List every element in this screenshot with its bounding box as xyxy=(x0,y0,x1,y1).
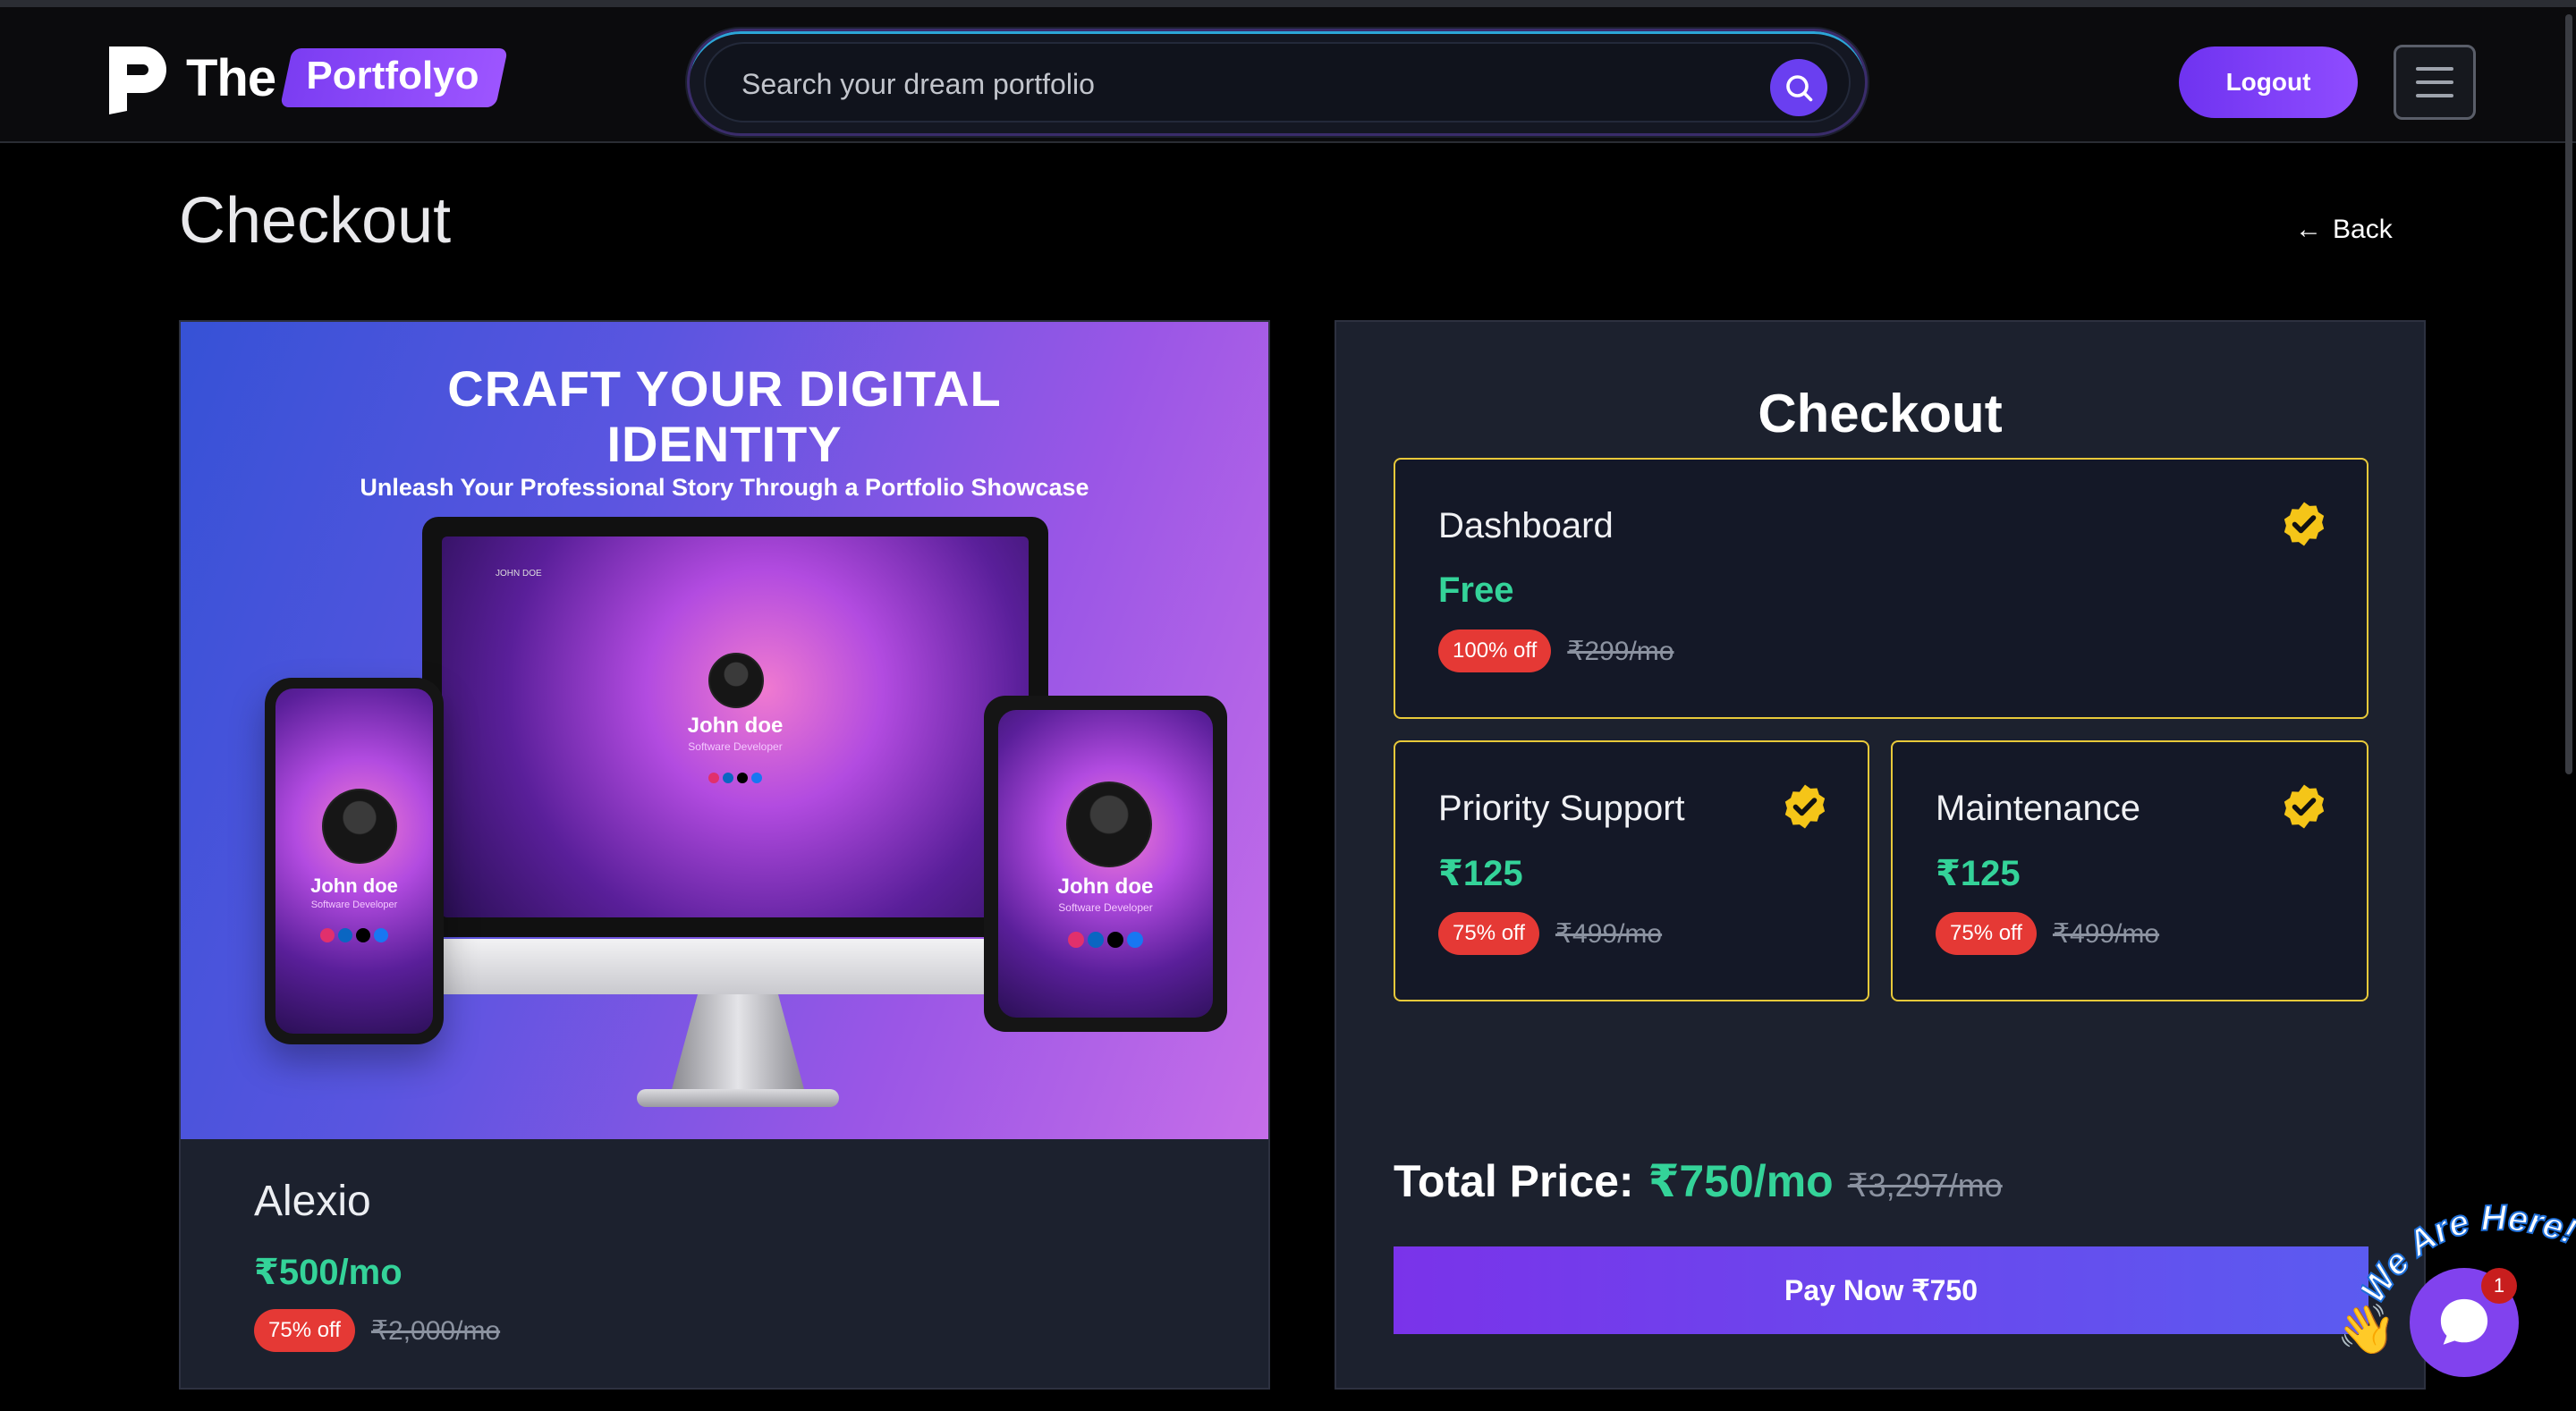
option-maintenance[interactable]: Maintenance ₹125 75% off ₹499/mo xyxy=(1891,740,2368,1001)
search-button[interactable] xyxy=(1770,59,1827,116)
mock-role: Software Developer xyxy=(1058,901,1153,914)
search-icon xyxy=(1786,75,1813,102)
search-bar xyxy=(687,29,1868,136)
product-discount-row: 75% off ₹2,000/mo xyxy=(254,1309,500,1352)
option-price: Free xyxy=(1438,570,1514,610)
arrow-left-icon: ← xyxy=(2295,215,2322,244)
option-dashboard[interactable]: Dashboard Free 100% off ₹299/mo xyxy=(1394,458,2368,719)
checkout-title: Checkout xyxy=(1758,384,2003,444)
verified-check-icon xyxy=(1784,784,1826,829)
product-name: Alexio xyxy=(254,1178,371,1225)
mock-role: Software Developer xyxy=(310,900,398,910)
search-input[interactable] xyxy=(741,44,1725,124)
brand-logo[interactable]: The Portfolyo xyxy=(104,38,509,118)
monitor-stand xyxy=(671,994,805,1093)
mock-name: John doe xyxy=(687,714,784,738)
total-price-row: Total Price: ₹750/mo ₹3,297/mo xyxy=(1394,1155,2003,1207)
product-hero-image: CRAFT YOUR DIGITAL IDENTITY Unleash Your… xyxy=(181,322,1268,1139)
option-discount-row: 75% off ₹499/mo xyxy=(1936,912,2159,955)
tablet-mockup: John doe Software Developer xyxy=(984,696,1227,1032)
back-link[interactable]: ← Back xyxy=(2295,215,2393,245)
checkout-panel: Checkout Dashboard Free 100% off ₹299/mo… xyxy=(1335,320,2426,1390)
mock-avatar xyxy=(1066,782,1152,867)
mock-socials xyxy=(442,773,1029,783)
original-price: ₹499/mo xyxy=(1555,918,1663,949)
option-discount-row: 100% off ₹299/mo xyxy=(1438,629,1674,672)
mock-socials xyxy=(998,932,1213,948)
option-discount-row: 75% off ₹499/mo xyxy=(1438,912,1662,955)
verified-check-icon xyxy=(2284,784,2325,829)
discount-badge: 75% off xyxy=(1438,912,1539,955)
total-original-price: ₹3,297/mo xyxy=(1847,1167,2003,1204)
mock-header-text: JOHN DOE xyxy=(496,569,542,579)
option-price: ₹125 xyxy=(1936,854,2021,893)
phone-mockup: John doe Software Developer xyxy=(265,678,444,1044)
discount-badge: 100% off xyxy=(1438,629,1552,672)
logo-portfolyo-badge: Portfolyo xyxy=(280,48,509,107)
product-card: CRAFT YOUR DIGITAL IDENTITY Unleash Your… xyxy=(179,320,1270,1390)
page-scrollbar[interactable] xyxy=(2565,14,2572,774)
waving-hand-icon: 👋 xyxy=(2336,1303,2397,1356)
option-priority-support[interactable]: Priority Support ₹125 75% off ₹499/mo xyxy=(1394,740,1869,1001)
page-title: Checkout xyxy=(179,185,452,257)
unread-count-badge: 1 xyxy=(2481,1268,2517,1304)
hero-subtitle: Unleash Your Professional Story Through … xyxy=(360,474,1089,501)
option-price: ₹125 xyxy=(1438,854,1523,893)
original-price: ₹2,000/mo xyxy=(370,1315,501,1346)
hero-title: CRAFT YOUR DIGITAL IDENTITY xyxy=(447,360,1002,472)
logout-button[interactable]: Logout xyxy=(2179,46,2358,118)
back-label: Back xyxy=(2333,215,2393,244)
menu-icon xyxy=(2416,67,2453,71)
total-price: ₹750/mo xyxy=(1648,1156,1834,1206)
original-price: ₹499/mo xyxy=(2052,918,2160,949)
mock-avatar xyxy=(708,653,764,708)
option-name: Dashboard xyxy=(1438,506,1614,545)
top-navbar: The Portfolyo Logout xyxy=(0,7,2576,143)
discount-badge: 75% off xyxy=(1936,912,2037,955)
mock-avatar xyxy=(322,789,397,864)
mock-name: John doe xyxy=(1057,874,1154,899)
option-name: Priority Support xyxy=(1438,789,1685,828)
discount-badge: 75% off xyxy=(254,1309,355,1352)
mock-role: Software Developer xyxy=(688,740,783,753)
hamburger-menu-button[interactable] xyxy=(2394,45,2476,120)
total-label: Total Price: xyxy=(1394,1156,1634,1206)
logo-p-icon xyxy=(109,46,166,114)
top-edge xyxy=(0,0,2576,7)
monitor-mockup: JOHN DOE John doe Software Developer xyxy=(422,517,1048,937)
pay-now-button[interactable]: Pay Now ₹750 xyxy=(1394,1246,2368,1334)
mock-name: John doe xyxy=(310,874,398,897)
mock-socials xyxy=(275,928,433,942)
original-price: ₹299/mo xyxy=(1567,636,1674,666)
option-name: Maintenance xyxy=(1936,789,2141,828)
logo-the-text: The xyxy=(186,48,276,107)
monitor-chin xyxy=(422,939,1048,994)
chat-bubble-icon xyxy=(2440,1298,2488,1345)
verified-check-icon xyxy=(2284,502,2325,546)
product-price: ₹500/mo xyxy=(254,1253,402,1292)
monitor-stand-base xyxy=(637,1089,839,1107)
